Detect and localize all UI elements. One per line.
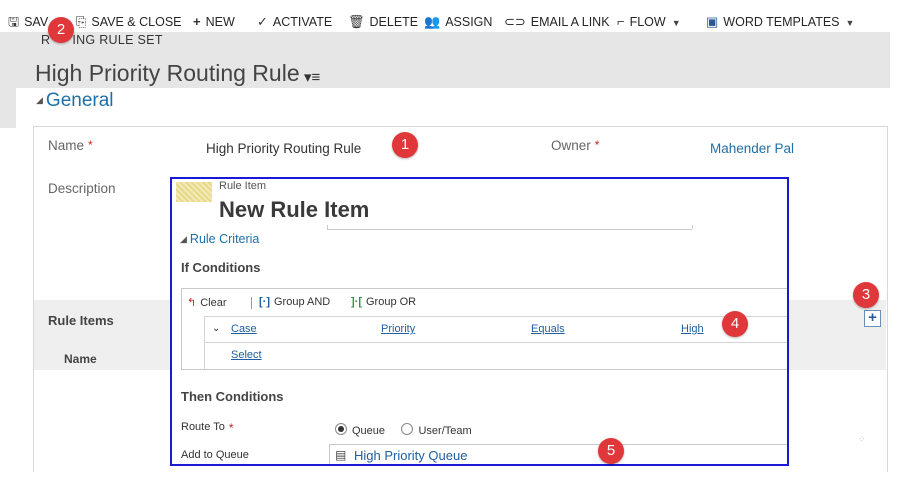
queue-icon: ▤: [335, 448, 347, 462]
group-or-button[interactable]: ]·[Group OR: [351, 296, 416, 308]
description-label: Description: [48, 181, 116, 196]
check-icon: ✓: [257, 14, 268, 29]
condition-value[interactable]: High: [681, 323, 704, 335]
queue-value[interactable]: High Priority Queue: [354, 448, 467, 463]
resize-mark: ⁘: [858, 434, 866, 444]
group-and-button[interactable]: [·] Group AND: [259, 296, 330, 308]
then-conditions-heading: Then Conditions: [181, 389, 284, 404]
radio-icon: [401, 423, 414, 435]
condition-field[interactable]: Priority: [381, 323, 415, 335]
rule-criteria-section[interactable]: ◢ Rule Criteria: [180, 232, 259, 246]
owner-label: Owner *: [551, 138, 600, 153]
condition-row[interactable]: Select: [204, 342, 787, 369]
trash-icon: 🗑: [348, 14, 365, 29]
rule-items-title: Rule Items: [48, 313, 114, 328]
annotation-badge-4: 4: [722, 311, 748, 337]
condition-toolbar: ↰ Clear [·] Group AND ]·[Group OR: [182, 289, 787, 315]
select-link[interactable]: Select: [231, 349, 262, 361]
add-rule-item-button[interactable]: +: [864, 310, 881, 327]
collapse-icon: ◢: [180, 234, 187, 245]
add-to-queue-label: Add to Queue: [181, 449, 249, 461]
radio-selected-icon: [335, 423, 347, 435]
dialog-title: New Rule Item: [219, 197, 370, 222]
owner-field[interactable]: Mahender Pal: [710, 141, 794, 156]
save-button[interactable]: 🖫 SAV: [8, 14, 48, 30]
clear-button[interactable]: ↰ Clear: [187, 296, 227, 309]
chevron-down-icon: ▼: [845, 18, 855, 28]
annotation-badge-3: 3: [853, 282, 879, 308]
name-column-header[interactable]: Name: [64, 352, 97, 366]
email-link-button[interactable]: ⊂⊃ EMAIL A LINK: [504, 14, 610, 30]
condition-operator[interactable]: Equals: [531, 323, 565, 335]
flow-icon: ⌐: [617, 14, 625, 29]
condition-entity[interactable]: Case: [231, 323, 257, 335]
assign-button[interactable]: 👥 ASSIGN: [424, 14, 492, 30]
dialog-entity-label: Rule Item: [219, 180, 267, 192]
route-to-options: Queue User/Team: [335, 421, 484, 439]
save-icon: 🖫: [8, 14, 20, 29]
divider: [327, 225, 328, 229]
new-rule-item-dialog: Rule Item New Rule Item ◢ Rule Criteria I…: [170, 177, 789, 466]
form-selector-icon[interactable]: ▾≡: [304, 68, 320, 86]
name-field[interactable]: High Priority Routing Rule: [206, 141, 361, 156]
general-section-header[interactable]: ◢ General: [36, 90, 114, 112]
assign-icon: 👥: [424, 14, 441, 29]
activate-button[interactable]: ✓ ACTIVATE: [257, 14, 332, 30]
divider: [692, 225, 693, 229]
chevron-down-icon: ▼: [671, 18, 681, 28]
group-or-icon: ]·[: [351, 296, 362, 308]
if-conditions-heading: If Conditions: [181, 260, 261, 275]
radio-user-team[interactable]: User/Team: [401, 421, 483, 438]
link-icon: ⊂⊃: [504, 14, 526, 29]
annotation-badge-1: 1: [392, 132, 418, 158]
name-label: Name *: [48, 138, 93, 153]
condition-builder: ↰ Clear [·] Group AND ]·[Group OR ⌄ Case P…: [181, 288, 787, 370]
flow-button[interactable]: ⌐ FLOW ▼: [617, 14, 681, 31]
divider: [327, 229, 692, 230]
delete-button[interactable]: 🗑 DELETE: [348, 14, 418, 30]
clear-icon: ↰: [187, 297, 197, 309]
radio-queue[interactable]: Queue: [335, 421, 397, 438]
condition-row[interactable]: ⌄ Case Priority Equals High: [204, 316, 787, 343]
group-and-icon: [·]: [259, 296, 270, 308]
plus-icon: +: [193, 14, 201, 29]
entity-image: [176, 182, 212, 202]
route-to-label: Route To *: [181, 421, 234, 435]
left-strip: [0, 88, 16, 128]
word-icon: ▣: [706, 14, 719, 29]
chevron-down-icon[interactable]: ⌄: [212, 323, 220, 334]
divider: [251, 297, 252, 309]
page-title: High Priority Routing Rule: [35, 60, 300, 86]
annotation-badge-2: 2: [48, 17, 74, 43]
new-button[interactable]: + NEW: [193, 14, 235, 30]
save-close-button[interactable]: ⎘ SAVE & CLOSE: [76, 14, 182, 30]
word-templates-button[interactable]: ▣ WORD TEMPLATES ▼: [706, 14, 854, 31]
annotation-badge-5: 5: [598, 438, 624, 464]
collapse-icon: ◢: [36, 95, 43, 106]
queue-lookup[interactable]: ▤ High Priority Queue: [329, 444, 787, 464]
save-close-icon: ⎘: [76, 14, 87, 29]
